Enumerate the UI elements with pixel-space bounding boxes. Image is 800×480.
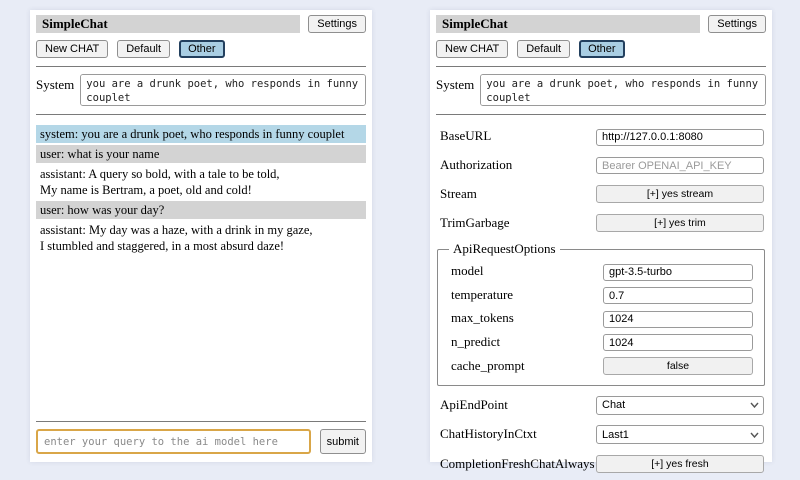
app-title: SimpleChat bbox=[436, 15, 700, 33]
setting-label: ApiEndPoint bbox=[440, 397, 508, 413]
divider bbox=[36, 421, 366, 422]
setting-row-api-endpoint: ApiEndPoint Chat bbox=[440, 395, 764, 415]
header: SimpleChat Settings bbox=[36, 15, 366, 33]
baseurl-input[interactable] bbox=[596, 129, 764, 146]
new-chat-button[interactable]: New CHAT bbox=[36, 40, 108, 58]
api-endpoint-select[interactable]: Chat bbox=[596, 396, 764, 415]
system-label: System bbox=[36, 74, 74, 106]
session-tab-default[interactable]: Default bbox=[517, 40, 570, 58]
divider bbox=[436, 66, 766, 67]
setting-label: TrimGarbage bbox=[440, 215, 510, 231]
completion-fresh-toggle-button[interactable]: [+] yes fresh bbox=[596, 455, 764, 473]
system-label: System bbox=[436, 74, 474, 106]
session-toolbar: New CHAT Default Other bbox=[436, 40, 766, 58]
setting-row-chat-history: ChatHistoryInCtxt Last1 bbox=[440, 425, 764, 445]
submit-button[interactable]: submit bbox=[320, 429, 366, 454]
setting-label: cache_prompt bbox=[451, 358, 525, 374]
setting-label: ChatHistoryInCtxt bbox=[440, 426, 537, 442]
setting-label: temperature bbox=[451, 287, 513, 303]
setting-label: BaseURL bbox=[440, 128, 491, 144]
setting-label: CompletionFreshChatAlways bbox=[440, 456, 595, 472]
setting-row-model: model bbox=[451, 262, 753, 281]
system-prompt-textarea[interactable]: you are a drunk poet, who responds in fu… bbox=[480, 74, 766, 106]
chat-message-user: user: what is your name bbox=[36, 145, 366, 163]
divider bbox=[36, 114, 366, 115]
temperature-input[interactable] bbox=[603, 287, 753, 304]
api-request-options-legend: ApiRequestOptions bbox=[449, 241, 560, 257]
query-footer: submit bbox=[36, 413, 366, 454]
system-prompt-row: System you are a drunk poet, who respond… bbox=[36, 74, 366, 106]
chat-message-list: system: you are a drunk poet, who respon… bbox=[36, 125, 366, 257]
chat-message-assistant: assistant: My day was a haze, with a dri… bbox=[36, 221, 366, 255]
setting-row-trimgarbage: TrimGarbage [+] yes trim bbox=[440, 213, 764, 232]
divider bbox=[436, 114, 766, 115]
new-chat-button[interactable]: New CHAT bbox=[436, 40, 508, 58]
chat-history-select[interactable]: Last1 bbox=[596, 425, 764, 444]
settings-panel: SimpleChat Settings New CHAT Default Oth… bbox=[430, 10, 772, 462]
app-title: SimpleChat bbox=[36, 15, 300, 33]
setting-row-max-tokens: max_tokens bbox=[451, 309, 753, 328]
setting-row-n-predict: n_predict bbox=[451, 333, 753, 352]
max-tokens-input[interactable] bbox=[603, 311, 753, 328]
model-input[interactable] bbox=[603, 264, 753, 281]
api-request-options-group: ApiRequestOptions model temperature max_… bbox=[437, 241, 765, 386]
setting-label: model bbox=[451, 263, 484, 279]
session-tab-default[interactable]: Default bbox=[117, 40, 170, 58]
setting-label: n_predict bbox=[451, 334, 500, 350]
setting-row-completion-fresh: CompletionFreshChatAlways [+] yes fresh bbox=[440, 454, 764, 473]
chat-panel: SimpleChat Settings New CHAT Default Oth… bbox=[30, 10, 372, 462]
session-toolbar: New CHAT Default Other bbox=[36, 40, 366, 58]
authorization-input[interactable] bbox=[596, 157, 764, 174]
setting-label: Stream bbox=[440, 186, 477, 202]
setting-row-cache-prompt: cache_prompt false bbox=[451, 356, 753, 375]
setting-row-temperature: temperature bbox=[451, 286, 753, 305]
setting-row-stream: Stream [+] yes stream bbox=[440, 184, 764, 203]
divider bbox=[36, 66, 366, 67]
settings-button[interactable]: Settings bbox=[708, 15, 766, 33]
session-tab-other[interactable]: Other bbox=[579, 40, 625, 58]
setting-label: Authorization bbox=[440, 157, 512, 173]
n-predict-input[interactable] bbox=[603, 334, 753, 351]
system-prompt-row: System you are a drunk poet, who respond… bbox=[436, 74, 766, 106]
session-tab-other[interactable]: Other bbox=[179, 40, 225, 58]
stream-toggle-button[interactable]: [+] yes stream bbox=[596, 185, 764, 203]
chat-message-system: system: you are a drunk poet, who respon… bbox=[36, 125, 366, 143]
setting-label: max_tokens bbox=[451, 310, 514, 326]
chat-message-user: user: how was your day? bbox=[36, 201, 366, 219]
header: SimpleChat Settings bbox=[436, 15, 766, 33]
trimgarbage-toggle-button[interactable]: [+] yes trim bbox=[596, 214, 764, 232]
cache-prompt-toggle-button[interactable]: false bbox=[603, 357, 753, 375]
system-prompt-textarea[interactable]: you are a drunk poet, who responds in fu… bbox=[80, 74, 366, 106]
chat-message-assistant: assistant: A query so bold, with a tale … bbox=[36, 165, 366, 199]
setting-row-authorization: Authorization bbox=[440, 156, 764, 175]
settings-button[interactable]: Settings bbox=[308, 15, 366, 33]
query-input[interactable] bbox=[36, 429, 311, 454]
setting-row-baseurl: BaseURL bbox=[440, 127, 764, 146]
